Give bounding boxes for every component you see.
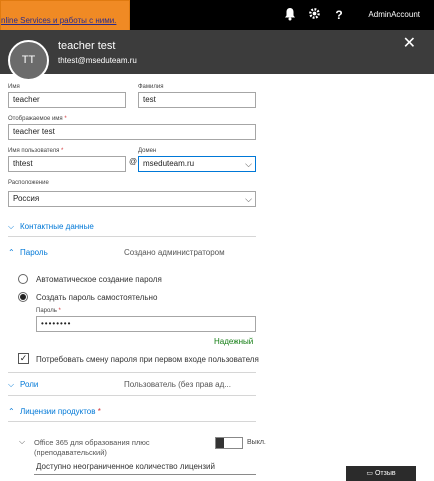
feedback-label: Отзыв <box>374 470 396 477</box>
license-toggle-label: Выкл. <box>247 439 266 446</box>
account-name[interactable]: AdminAccount <box>368 10 420 19</box>
roles-section-label: Роли <box>20 380 39 389</box>
licenses-section-toggle[interactable]: ⌃ Лицензии продуктов * <box>8 407 101 416</box>
divider <box>8 421 256 422</box>
licenses-section-label: Лицензии продуктов <box>20 407 96 416</box>
user-name: teacher test <box>58 40 116 52</box>
feedback-button[interactable]: ▭ Отзыв <box>346 466 416 481</box>
user-email: thtest@mseduteam.ru <box>58 56 137 65</box>
first-name-label: Имя <box>8 84 20 90</box>
license-availability: Доступно неограниченное количество лицен… <box>36 462 215 471</box>
chevron-up-icon: ⌃ <box>8 407 15 416</box>
username-field[interactable]: thtest <box>8 156 126 172</box>
chevron-down-icon: ⌵ <box>245 194 252 204</box>
comment-icon: ▭ <box>366 470 374 477</box>
roles-section-toggle[interactable]: ⌵ Роли <box>8 380 38 390</box>
divider <box>34 474 256 475</box>
location-label: Расположение <box>8 180 49 186</box>
last-name-label: Фамилия <box>138 84 164 90</box>
chevron-up-icon: ⌃ <box>8 248 15 257</box>
notice-link[interactable]: nline Services и работы с ними. <box>1 16 116 25</box>
help-icon[interactable]: ? <box>331 7 347 23</box>
license-toggle[interactable] <box>215 437 243 449</box>
password-section-label: Пароль <box>20 248 48 257</box>
last-name-field[interactable]: test <box>138 92 256 108</box>
auto-password-radio[interactable] <box>18 274 28 284</box>
chevron-down-icon: ⌵ <box>8 380 15 389</box>
domain-select[interactable]: mseduteam.ru ⌵ <box>138 156 256 172</box>
chevron-down-icon: ⌵ <box>245 159 252 169</box>
display-name-field[interactable]: teacher test <box>8 124 256 140</box>
bell-icon[interactable] <box>282 7 298 23</box>
force-change-label: Потребовать смену пароля при первом вход… <box>36 355 259 364</box>
divider <box>8 372 256 373</box>
divider <box>8 236 256 237</box>
at-symbol: @ <box>129 157 138 166</box>
contacts-section-toggle[interactable]: ⌵ Контактные данные <box>8 222 94 232</box>
display-name-label: Отображаемое имя * <box>8 116 67 122</box>
contacts-section-label: Контактные данные <box>20 222 94 231</box>
password-note: Создано администратором <box>124 248 225 257</box>
avatar: TT <box>8 40 49 81</box>
divider <box>8 395 256 396</box>
manual-password-radio[interactable] <box>18 292 28 302</box>
domain-label: Домен <box>138 148 157 154</box>
chevron-down-icon[interactable]: ⌵ <box>19 437 25 447</box>
notice-banner: nline Services и работы с ними. <box>0 0 130 34</box>
auto-password-label: Автоматическое создание пароля <box>36 275 162 284</box>
chevron-down-icon: ⌵ <box>8 222 15 231</box>
location-select[interactable]: Россия ⌵ <box>8 191 256 207</box>
password-field[interactable]: •••••••• <box>36 316 256 332</box>
first-name-field[interactable]: teacher <box>8 92 126 108</box>
force-change-checkbox[interactable]: ✓ <box>18 353 29 364</box>
password-field-label: Пароль * <box>36 308 61 314</box>
domain-value: mseduteam.ru <box>143 159 195 168</box>
close-icon[interactable]: ✕ <box>403 36 416 52</box>
username-label: Имя пользователя * <box>8 148 64 154</box>
user-header <box>0 30 434 74</box>
password-section-toggle[interactable]: ⌃ Пароль <box>8 248 48 257</box>
location-value: Россия <box>13 194 40 203</box>
gear-icon[interactable] <box>306 7 322 23</box>
roles-note: Пользователь (без прав ад... <box>124 380 231 389</box>
password-strength: Надежный <box>214 337 254 346</box>
manual-password-label: Создать пароль самостоятельно <box>36 293 158 302</box>
product-name: Office 365 для образования плюс (препода… <box>34 438 150 457</box>
